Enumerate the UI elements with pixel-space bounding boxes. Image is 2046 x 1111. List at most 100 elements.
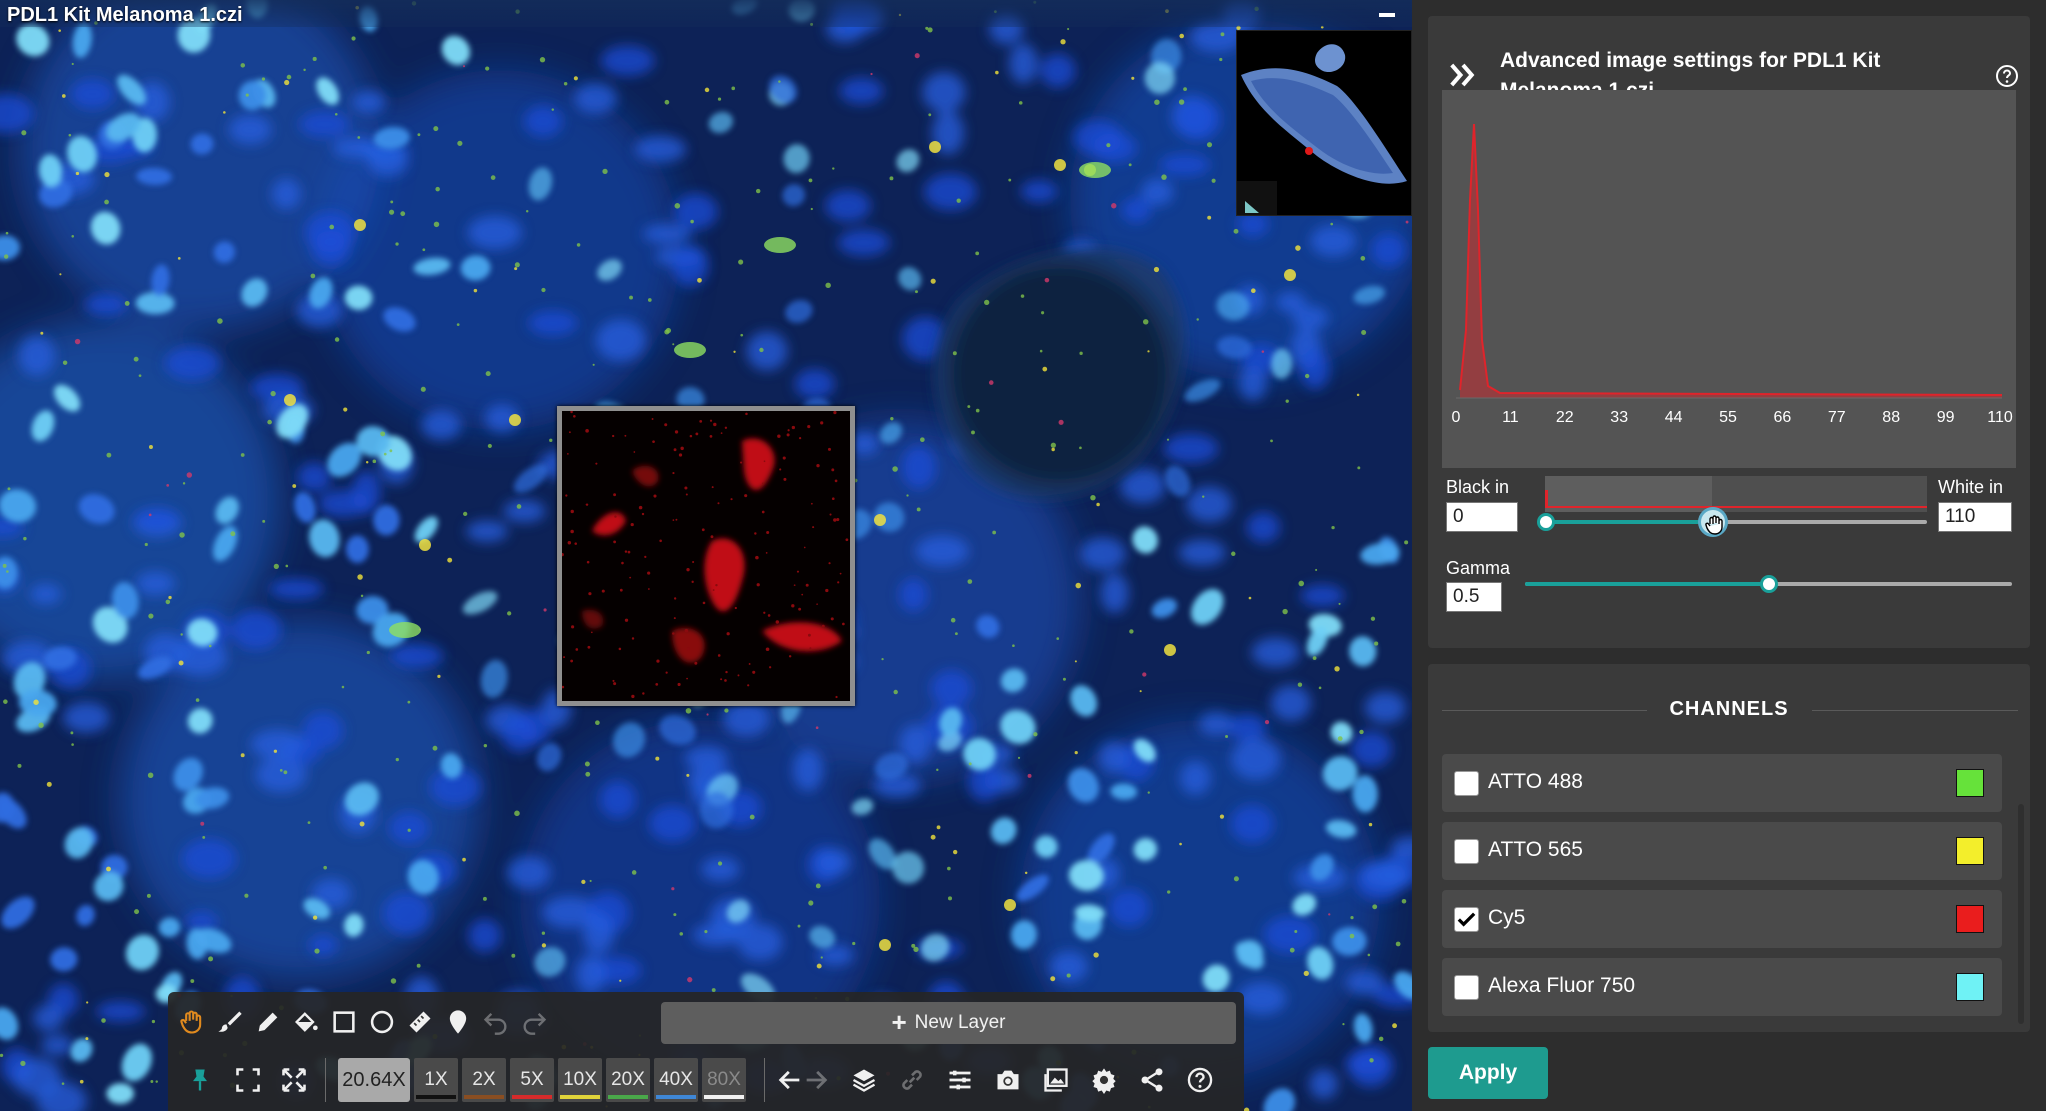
annotation-toolbar: + New Layer 20.64X 1X 2X 5X 10X 20X 40X 80X — [168, 992, 1244, 1111]
undo-icon[interactable] — [476, 1002, 516, 1042]
histogram-curve — [1459, 123, 2003, 396]
histogram-tick-label: 55 — [1719, 409, 1737, 426]
zoom-2x-button[interactable]: 2X — [462, 1058, 506, 1102]
toolbar-divider — [325, 1058, 326, 1102]
histogram-tick-label: 22 — [1556, 409, 1574, 426]
gamma-slider-handle[interactable] — [1760, 575, 1778, 593]
black-in-slider-handle[interactable] — [1537, 513, 1555, 531]
channel-checkbox[interactable] — [1454, 975, 1479, 1000]
zoom-label: 20X — [611, 1069, 645, 1090]
histogram-tick-label: 0 — [1452, 409, 1461, 426]
channel-row[interactable]: ATTO 488 — [1442, 754, 2002, 812]
white-in-label: White in — [1938, 477, 2004, 497]
ellipse-icon[interactable] — [362, 1002, 402, 1042]
levels-slider[interactable] — [1545, 520, 1927, 524]
double-chevron-right-icon[interactable] — [1448, 60, 1478, 90]
channel-color-swatch[interactable] — [1956, 769, 1984, 797]
channel-preview-lens[interactable] — [557, 406, 855, 706]
zoom-1x-button[interactable]: 1X — [414, 1058, 458, 1102]
fill-bucket-icon[interactable] — [286, 1002, 326, 1042]
help-circle-icon[interactable] — [1995, 64, 2019, 88]
channel-label: Alexa Fluor 750 — [1488, 974, 1636, 997]
minimize-button[interactable] — [1376, 2, 1398, 24]
checkmark-icon — [1457, 912, 1476, 927]
zoom-color-bar — [512, 1095, 552, 1099]
hand-icon[interactable] — [172, 1002, 212, 1042]
pin-icon[interactable] — [180, 1060, 220, 1100]
apply-button[interactable]: Apply — [1428, 1047, 1548, 1099]
channel-color-swatch[interactable] — [1956, 905, 1984, 933]
layers-icon[interactable] — [844, 1060, 884, 1100]
zoom-label: 2X — [472, 1069, 496, 1090]
zoom-20x-button[interactable]: 20X — [606, 1058, 650, 1102]
zoom-80x-button[interactable]: 80X — [702, 1058, 746, 1102]
channel-checkbox[interactable] — [1454, 771, 1479, 796]
zoom-5x-button[interactable]: 5X — [510, 1058, 554, 1102]
channel-label: Cy5 — [1488, 906, 1526, 929]
histogram-tick-label: 33 — [1610, 409, 1628, 426]
zoom-color-bar — [656, 1095, 696, 1099]
new-layer-label: New Layer — [914, 1012, 1006, 1033]
channel-row[interactable]: ATTO 565 — [1442, 822, 2002, 880]
settings-icon[interactable] — [1084, 1060, 1124, 1100]
black-in-input[interactable] — [1446, 502, 1518, 532]
histogram-area — [1460, 124, 2002, 398]
zoom-label: 80X — [707, 1069, 741, 1090]
advanced-image-settings: Advanced image settings for PDL1 Kit Mel… — [1428, 16, 2030, 648]
zoom-color-bar — [464, 1095, 504, 1099]
pencil-icon[interactable] — [248, 1002, 288, 1042]
channel-color-swatch[interactable] — [1956, 973, 1984, 1001]
link-icon[interactable] — [892, 1060, 932, 1100]
rectangle-icon[interactable] — [324, 1002, 364, 1042]
zoom-10x-button[interactable]: 10X — [558, 1058, 602, 1102]
channel-row[interactable]: Alexa Fluor 750 — [1442, 958, 2002, 1016]
heading-rule — [1812, 710, 2018, 711]
zoom-40x-button[interactable]: 40X — [654, 1058, 698, 1102]
channel-color-swatch[interactable] — [1956, 837, 1984, 865]
viewer-titlebar: PDL1 Kit Melanoma 1.czi — [0, 0, 1412, 27]
settings-panel: Advanced image settings for PDL1 Kit Mel… — [1412, 0, 2046, 1111]
redo-icon[interactable] — [514, 1002, 554, 1042]
overview-minimap[interactable] — [1236, 30, 1412, 216]
brush-icon[interactable] — [210, 1002, 250, 1042]
channels-scrollbar[interactable] — [2018, 804, 2024, 1024]
help-icon[interactable] — [1180, 1060, 1220, 1100]
zoom-label: 1X — [424, 1069, 448, 1090]
share-icon[interactable] — [1132, 1060, 1172, 1100]
zoom-label: 5X — [520, 1069, 544, 1090]
fit-screen-icon[interactable] — [228, 1060, 268, 1100]
histogram-tick-label: 88 — [1882, 409, 1900, 426]
intensity-histogram: 0 11 22 33 44 55 66 77 88 99 110 — [1442, 90, 2016, 468]
gamma-label: Gamma — [1446, 558, 1511, 578]
zoom-label: 40X — [659, 1069, 693, 1090]
channel-row[interactable]: Cy5 — [1442, 890, 2002, 948]
white-in-input[interactable] — [1938, 502, 2012, 532]
viewer-title: PDL1 Kit Melanoma 1.czi — [7, 4, 243, 26]
camera-icon[interactable] — [988, 1060, 1028, 1100]
gallery-icon[interactable] — [1036, 1060, 1076, 1100]
histogram-tick-label: 11 — [1502, 409, 1519, 426]
hand-cursor-icon — [1705, 515, 1723, 535]
channel-label: ATTO 565 — [1488, 838, 1583, 861]
channel-checkbox[interactable] — [1454, 839, 1479, 864]
black-in-label: Black in — [1446, 477, 1510, 497]
histogram-tick-label: 44 — [1665, 409, 1683, 426]
zoom-label: 10X — [563, 1069, 597, 1090]
levels-preview-curve — [1545, 490, 1927, 508]
map-marker-icon[interactable] — [438, 1002, 478, 1042]
zoom-color-bar — [608, 1095, 648, 1099]
histogram-tick-label: 77 — [1828, 409, 1846, 426]
new-layer-button[interactable]: + New Layer — [661, 1002, 1236, 1044]
zoom-level-readout: 20.64X — [338, 1058, 410, 1102]
channel-checkbox[interactable] — [1454, 907, 1479, 932]
histogram-tick-label: 99 — [1937, 409, 1955, 426]
gamma-input[interactable] — [1446, 582, 1502, 612]
image-viewer[interactable]: PDL1 Kit Melanoma 1.czi + New Layer 20.6… — [0, 0, 1412, 1111]
ruler-icon[interactable] — [400, 1002, 440, 1042]
forward-arrow-icon[interactable] — [796, 1060, 836, 1100]
fullscreen-icon[interactable] — [274, 1060, 314, 1100]
histogram-tick-label: 110 — [1987, 409, 2013, 426]
histogram-tick-label: 66 — [1774, 409, 1792, 426]
plus-icon: + — [891, 1006, 907, 1037]
list-icon[interactable] — [940, 1060, 980, 1100]
